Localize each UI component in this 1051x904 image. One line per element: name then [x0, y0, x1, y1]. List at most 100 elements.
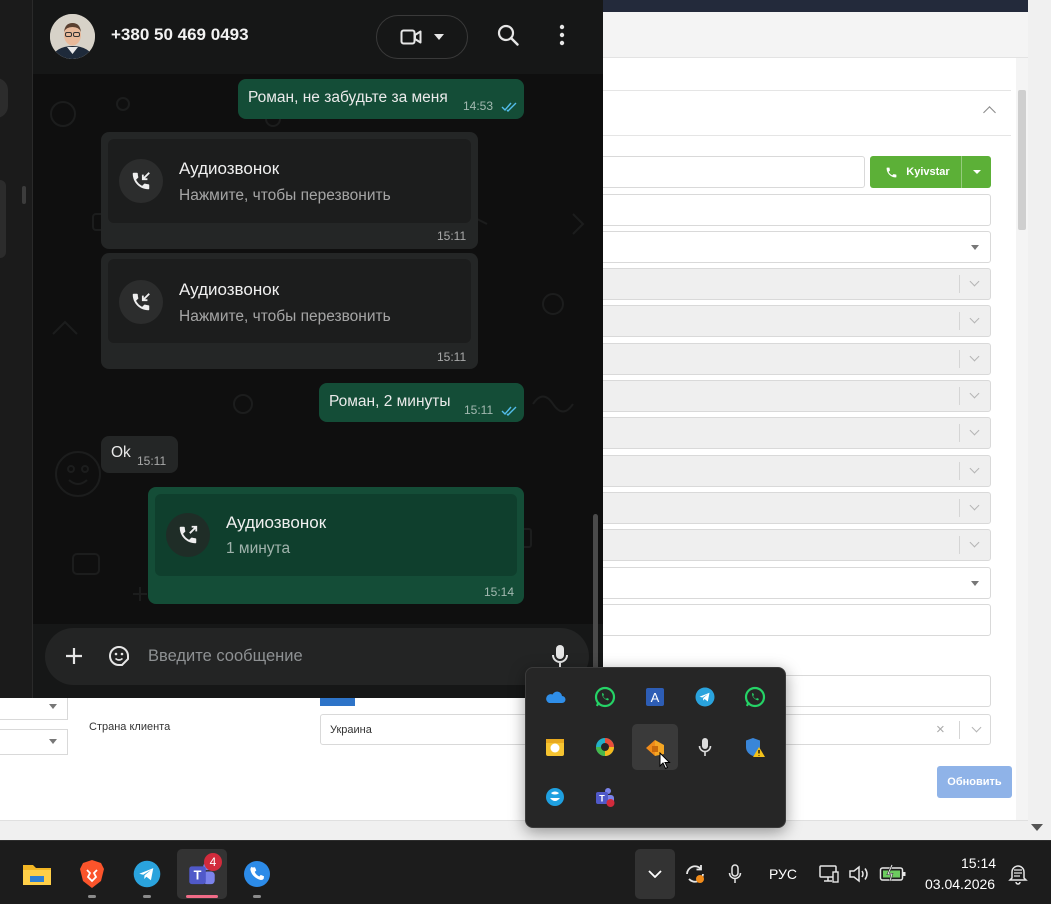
call-subtitle: 1 минута [226, 540, 291, 557]
form-select-disabled [600, 529, 991, 561]
call-title: Аудиозвонок [179, 280, 280, 299]
form-select-disabled [600, 380, 991, 412]
message-composer[interactable]: Введите сообщение [45, 628, 589, 685]
form-field[interactable] [600, 604, 991, 636]
message-time: 14:53 [463, 99, 494, 113]
microphone-icon[interactable] [551, 644, 569, 668]
caret-down-icon [434, 34, 444, 40]
kyivstar-dropdown[interactable] [961, 156, 991, 188]
teams-icon[interactable]: T 4 [177, 849, 227, 899]
kyivstar-call-button[interactable]: Kyivstar [870, 156, 991, 188]
form-field[interactable] [600, 194, 991, 226]
clear-icon[interactable]: × [936, 721, 945, 738]
crm-scrollbar[interactable] [1018, 90, 1026, 230]
chat-scrollbar[interactable] [593, 514, 598, 684]
message-bubble-outgoing[interactable]: Роман, 2 минуты 15:11 [319, 383, 524, 422]
update-button[interactable]: Обновить [937, 766, 1012, 798]
chevron-down-icon[interactable] [971, 722, 982, 733]
volume-icon[interactable] [848, 864, 870, 884]
defender-warning-icon[interactable] [732, 724, 778, 770]
microphone-icon[interactable] [682, 724, 728, 770]
message-bubble-outgoing[interactable]: Роман, не забудьте за меня 14:53 [238, 79, 524, 119]
notifications-icon[interactable] [1008, 863, 1028, 885]
call-subtitle: Нажмите, чтобы перезвонить [179, 187, 391, 204]
chat-messages[interactable]: Роман, не забудьте за меня 14:53 Аудиозв… [33, 74, 603, 684]
call-card[interactable]: Аудиозвонок Нажмите, чтобы перезвонить [108, 139, 471, 223]
file-explorer-icon[interactable] [12, 849, 62, 899]
message-time: 15:11 [437, 350, 467, 364]
clock-time[interactable]: 15:14 [961, 855, 996, 871]
phone-icon [886, 167, 897, 177]
input-language[interactable]: РУС [769, 866, 797, 882]
country-indicator [320, 698, 355, 706]
battery-charging-icon[interactable] [879, 864, 907, 882]
onedrive-icon[interactable] [532, 674, 578, 720]
horizontal-scrollbar[interactable] [0, 820, 1028, 840]
form-select[interactable] [600, 567, 991, 599]
browser-topbar [600, 0, 1028, 12]
tray-overflow-popup: A T [525, 667, 786, 828]
missed-call-icon [119, 280, 163, 324]
svg-text:T: T [194, 868, 202, 883]
microphone-icon[interactable] [728, 864, 742, 884]
call-bubble-missed[interactable]: Аудиозвонок Нажмите, чтобы перезвонить 1… [101, 132, 478, 249]
left-select[interactable] [0, 729, 68, 755]
read-receipt-icon [501, 102, 517, 112]
whatsapp-window: +380 50 469 0493 Роман, не забудьте за м… [33, 0, 603, 698]
phone-field[interactable] [600, 156, 865, 188]
crm-header-strip [600, 12, 1028, 58]
message-time: 15:11 [137, 454, 167, 468]
message-time: 15:11 [464, 403, 494, 417]
clock-date[interactable]: 03.04.2026 [925, 876, 995, 892]
text-tool-icon[interactable]: A [632, 674, 678, 720]
message-input[interactable]: Введите сообщение [148, 647, 303, 666]
call-card[interactable]: Аудиозвонок 1 минута [155, 494, 517, 576]
kyivstar-label: Kyivstar [906, 166, 950, 178]
brave-icon[interactable] [67, 849, 117, 899]
notification-badge: 4 [204, 853, 222, 871]
search-icon[interactable] [497, 24, 519, 46]
teams-icon[interactable]: T [582, 774, 628, 820]
call-card[interactable]: Аудиозвонок Нажмите, чтобы перезвонить [108, 259, 471, 343]
message-time: 15:11 [437, 229, 467, 243]
chat-header: +380 50 469 0493 [33, 0, 603, 74]
crm-panel-header[interactable] [600, 90, 1011, 136]
skype-icon[interactable] [532, 774, 578, 820]
wa-sidebar [0, 0, 33, 698]
tray-overflow-button[interactable] [635, 849, 675, 899]
app-orange-icon[interactable] [632, 724, 678, 770]
form-select-disabled [600, 268, 991, 300]
message-bubble-incoming[interactable]: Ok 15:11 [101, 436, 178, 473]
read-receipt-icon [501, 406, 517, 416]
plus-icon[interactable] [65, 647, 83, 665]
edge-canary-icon[interactable] [582, 724, 628, 770]
menu-dots-icon[interactable] [559, 24, 565, 46]
call-bubble-outgoing[interactable]: Аудиозвонок 1 минута 15:14 [148, 487, 524, 604]
country-value: Украина [330, 724, 372, 736]
window-edge [1028, 0, 1051, 840]
form-select[interactable] [600, 231, 991, 263]
network-icon[interactable] [818, 863, 840, 885]
form-select-disabled [600, 343, 991, 375]
missed-call-icon [119, 159, 163, 203]
outgoing-call-icon [166, 513, 210, 557]
whatsapp-icon[interactable] [582, 674, 628, 720]
country-label: Страна клиента [89, 721, 171, 733]
avatar[interactable] [50, 14, 95, 59]
contact-name[interactable]: +380 50 469 0493 [111, 25, 249, 45]
svg-text:A: A [651, 690, 660, 705]
message-text: Роман, не забудьте за меня [248, 89, 448, 106]
call-bubble-missed[interactable]: Аудиозвонок Нажмите, чтобы перезвонить 1… [101, 253, 478, 369]
video-call-button[interactable] [376, 15, 468, 59]
phone-icon[interactable] [232, 849, 282, 899]
telegram-icon[interactable] [682, 674, 728, 720]
form-select-disabled [600, 305, 991, 337]
sync-icon[interactable] [683, 862, 707, 886]
svg-text:T: T [599, 794, 605, 804]
calendar-icon[interactable] [532, 724, 578, 770]
message-text: Ok [111, 444, 131, 461]
telegram-icon[interactable] [122, 849, 172, 899]
sticker-icon[interactable] [107, 644, 131, 668]
whatsapp-business-icon[interactable] [732, 674, 778, 720]
scroll-down-arrow-icon[interactable] [1031, 824, 1043, 831]
